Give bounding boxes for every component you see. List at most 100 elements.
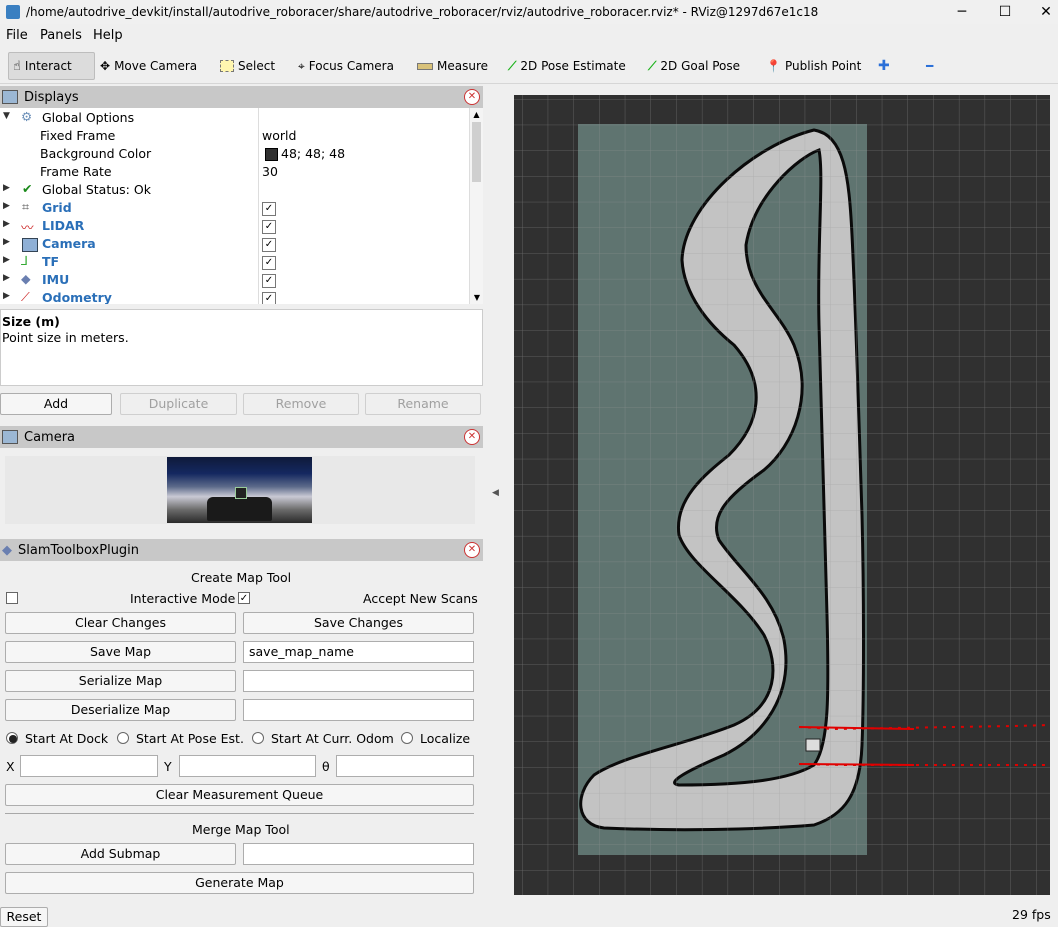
gear-icon: ⚙ <box>21 109 33 124</box>
hand-pointer-icon: ☝ <box>13 58 21 74</box>
maximize-button[interactable]: ☐ <box>985 2 1025 22</box>
add-submap-input[interactable] <box>243 843 474 865</box>
tree-row-background-color[interactable]: Background Color 48; 48; 48 <box>0 145 470 163</box>
displays-scrollbar[interactable]: ▲ ▼ <box>469 108 483 304</box>
menu-file[interactable]: File <box>6 28 28 43</box>
start-at-odom-label: Start At Curr. Odom <box>271 731 394 746</box>
focus-camera-tool-button[interactable]: ⌖ Focus Camera <box>294 52 398 80</box>
tf-visibility-checkbox[interactable]: ✓ <box>262 256 276 270</box>
expand-arrow-icon[interactable]: ▶ <box>3 237 10 247</box>
close-icon[interactable]: ✕ <box>464 542 480 558</box>
deserialize-map-button[interactable]: Deserialize Map <box>5 699 236 721</box>
tree-row-global-status[interactable]: ▶ ✔ Global Status: Ok <box>0 181 470 199</box>
diamond-icon: ◆ <box>2 542 12 558</box>
clear-measurement-queue-button[interactable]: Clear Measurement Queue <box>5 784 474 806</box>
grid-visibility-checkbox[interactable]: ✓ <box>262 202 276 216</box>
accept-new-scans-checkbox[interactable]: ✓ <box>238 592 250 604</box>
expand-arrow-icon[interactable]: ▶ <box>3 291 10 301</box>
deserialize-map-input[interactable] <box>243 699 474 721</box>
scroll-up-arrow-icon[interactable]: ▲ <box>470 110 483 119</box>
close-icon[interactable]: ✕ <box>464 429 480 445</box>
diamond-icon: ◆ <box>21 271 31 286</box>
y-input[interactable] <box>179 755 316 777</box>
menu-help[interactable]: Help <box>93 28 123 43</box>
menu-panels[interactable]: Panels <box>40 28 82 43</box>
panel-collapse-arrow-icon[interactable]: ◀ <box>492 488 499 498</box>
odometry-visibility-checkbox[interactable]: ✓ <box>262 292 276 304</box>
tree-row-camera[interactable]: ▶ Camera ✓ <box>0 235 470 253</box>
start-at-dock-radio[interactable] <box>6 732 18 744</box>
pose-estimate-tool-button[interactable]: ⟋ 2D Pose Estimate <box>504 52 630 80</box>
map-grid-overlay <box>514 95 1050 895</box>
select-tool-button[interactable]: Select <box>216 52 279 80</box>
publish-point-tool-button[interactable]: 📍 Publish Point <box>762 52 865 80</box>
rename-display-button[interactable]: Rename <box>365 393 481 415</box>
monitor-icon <box>2 90 18 104</box>
interactive-mode-checkbox[interactable] <box>6 592 18 604</box>
minimize-button[interactable]: ─ <box>942 2 982 22</box>
render-viewport[interactable] <box>514 95 1051 895</box>
select-box-icon <box>220 60 234 72</box>
close-icon[interactable]: ✕ <box>464 89 480 105</box>
goal-pose-tool-button[interactable]: ⟋ 2D Goal Pose <box>644 52 744 80</box>
camera-visibility-checkbox[interactable]: ✓ <box>262 238 276 252</box>
add-tool-button[interactable]: ✚ <box>874 52 894 80</box>
save-map-name-input[interactable]: save_map_name <box>243 641 474 663</box>
remove-tool-button[interactable]: ━ <box>922 52 937 80</box>
description-title: Size (m) <box>2 314 60 329</box>
close-window-button[interactable]: ✕ <box>1026 2 1058 22</box>
save-changes-button[interactable]: Save Changes <box>243 612 474 634</box>
tree-row-global-options[interactable]: ▼ ⚙ Global Options <box>0 109 470 127</box>
theta-label: θ <box>322 759 330 774</box>
theta-input[interactable] <box>336 755 474 777</box>
add-display-button[interactable]: Add <box>0 393 112 415</box>
expand-arrow-icon[interactable]: ▶ <box>3 201 10 211</box>
tree-row-imu[interactable]: ▶ ◆ IMU ✓ <box>0 271 470 289</box>
expand-arrow-icon[interactable]: ▶ <box>3 255 10 265</box>
divider <box>5 813 474 814</box>
tree-row-frame-rate[interactable]: Frame Rate 30 <box>0 163 470 181</box>
green-arrow-icon: ⟋ <box>508 58 517 73</box>
title-bar: /home/autodrive_devkit/install/autodrive… <box>0 0 1058 24</box>
plus-icon: ✚ <box>878 58 890 74</box>
serialize-map-button[interactable]: Serialize Map <box>5 670 236 692</box>
expand-arrow-icon[interactable]: ▶ <box>3 183 10 193</box>
tree-row-fixed-frame[interactable]: Fixed Frame world <box>0 127 470 145</box>
localize-radio[interactable] <box>401 732 413 744</box>
start-at-dock-label: Start At Dock <box>25 731 109 746</box>
color-swatch <box>265 148 278 161</box>
expand-arrow-icon[interactable]: ▶ <box>3 273 10 283</box>
green-arrow-icon: ⟋ <box>648 58 657 73</box>
scroll-thumb[interactable] <box>472 122 481 182</box>
car-silhouette <box>207 497 272 521</box>
clear-changes-button[interactable]: Clear Changes <box>5 612 236 634</box>
window-title: /home/autodrive_devkit/install/autodrive… <box>26 5 819 19</box>
tree-row-tf[interactable]: ▶ ⅃ TF ✓ <box>0 253 470 271</box>
imu-visibility-checkbox[interactable]: ✓ <box>262 274 276 288</box>
tree-row-grid[interactable]: ▶ ⌗ Grid ✓ <box>0 199 470 217</box>
column-separator <box>258 108 259 304</box>
ruler-icon <box>417 62 433 70</box>
expand-arrow-icon[interactable]: ▼ <box>3 111 10 121</box>
generate-map-button[interactable]: Generate Map <box>5 872 474 894</box>
serialize-map-input[interactable] <box>243 670 474 692</box>
reset-button[interactable]: Reset <box>0 907 48 927</box>
x-input[interactable] <box>20 755 158 777</box>
start-at-odom-radio[interactable] <box>252 732 264 744</box>
expand-arrow-icon[interactable]: ▶ <box>3 219 10 229</box>
remove-display-button[interactable]: Remove <box>243 393 359 415</box>
start-at-pose-radio[interactable] <box>117 732 129 744</box>
duplicate-display-button[interactable]: Duplicate <box>120 393 237 415</box>
tree-row-lidar[interactable]: ▶ 〰 LIDAR ✓ <box>0 217 470 235</box>
interact-tool-button[interactable]: ☝ Interact <box>8 52 95 80</box>
crosshair-icon: ⌖ <box>298 58 305 73</box>
tree-row-odometry[interactable]: ▶ ⟋ Odometry ✓ <box>0 289 470 304</box>
add-submap-button[interactable]: Add Submap <box>5 843 236 865</box>
scroll-down-arrow-icon[interactable]: ▼ <box>470 293 484 302</box>
lidar-visibility-checkbox[interactable]: ✓ <box>262 220 276 234</box>
map-render[interactable] <box>514 95 1051 895</box>
move-camera-tool-button[interactable]: ✥ Move Camera <box>96 52 201 80</box>
measure-tool-button[interactable]: Measure <box>413 52 492 80</box>
save-map-button[interactable]: Save Map <box>5 641 236 663</box>
lidar-wall-lower <box>798 763 915 766</box>
